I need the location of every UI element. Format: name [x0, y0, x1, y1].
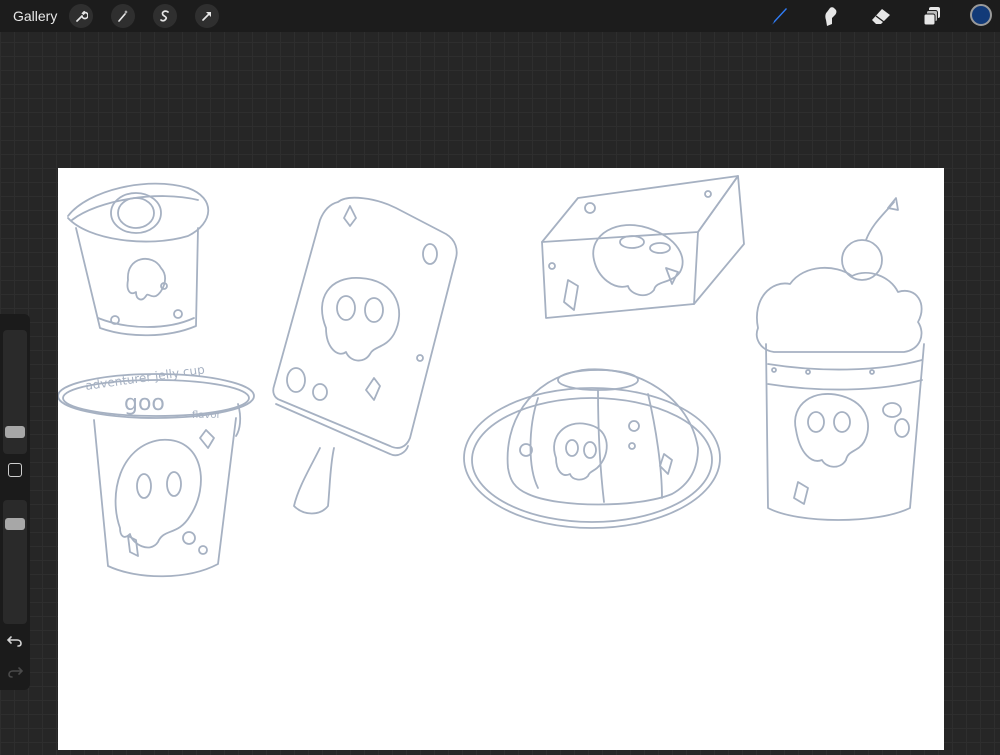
adjustments-button[interactable] — [111, 4, 135, 28]
selection-button[interactable] — [153, 4, 177, 28]
sketch-layer: adventurer jelly cup goo flavor — [57, 175, 925, 578]
top-toolbar: Gallery — [0, 0, 1000, 32]
opacity-thumb[interactable] — [5, 518, 25, 530]
opacity-slider[interactable] — [3, 500, 27, 624]
actions-button[interactable] — [69, 4, 93, 28]
popsicle-sketch — [272, 196, 458, 515]
cheese-wedge-sketch — [541, 175, 745, 319]
jelly-cup-flavor-name: goo — [124, 391, 165, 416]
jelly-cup-flavor-label: flavor — [192, 410, 221, 421]
jelly-cup-sketch: adventurer jelly cup goo flavor — [57, 362, 255, 578]
sundae-cup-sketch — [755, 197, 925, 521]
bundt-jelly-sketch — [463, 368, 721, 529]
smudge-icon — [825, 7, 837, 26]
eraser-button[interactable] — [868, 3, 894, 29]
transform-button[interactable] — [195, 4, 219, 28]
selection-icon — [160, 10, 169, 22]
brush-icon — [771, 8, 787, 25]
smudge-button[interactable] — [817, 3, 843, 29]
brush-size-slider[interactable] — [3, 330, 27, 454]
undo-icon[interactable] — [6, 631, 24, 649]
gallery-button[interactable]: Gallery — [13, 8, 57, 24]
drawing-canvas[interactable]: adventurer jelly cup goo flavor — [57, 168, 944, 750]
left-sidebar — [0, 314, 30, 690]
wrench-icon — [76, 10, 88, 22]
color-picker-button[interactable] — [970, 4, 992, 26]
modify-button[interactable] — [8, 463, 22, 477]
jelly-cup-label: adventurer jelly cup — [84, 362, 205, 393]
layers-button[interactable] — [919, 3, 945, 29]
magic-wand-icon — [118, 10, 128, 22]
brush-size-thumb[interactable] — [5, 426, 25, 438]
eraser-icon — [872, 9, 890, 24]
brush-button[interactable] — [766, 3, 792, 29]
transform-icon — [202, 12, 211, 21]
pudding-cup-sketch — [67, 182, 210, 337]
redo-icon[interactable] — [6, 662, 24, 680]
layers-icon — [923, 7, 940, 26]
